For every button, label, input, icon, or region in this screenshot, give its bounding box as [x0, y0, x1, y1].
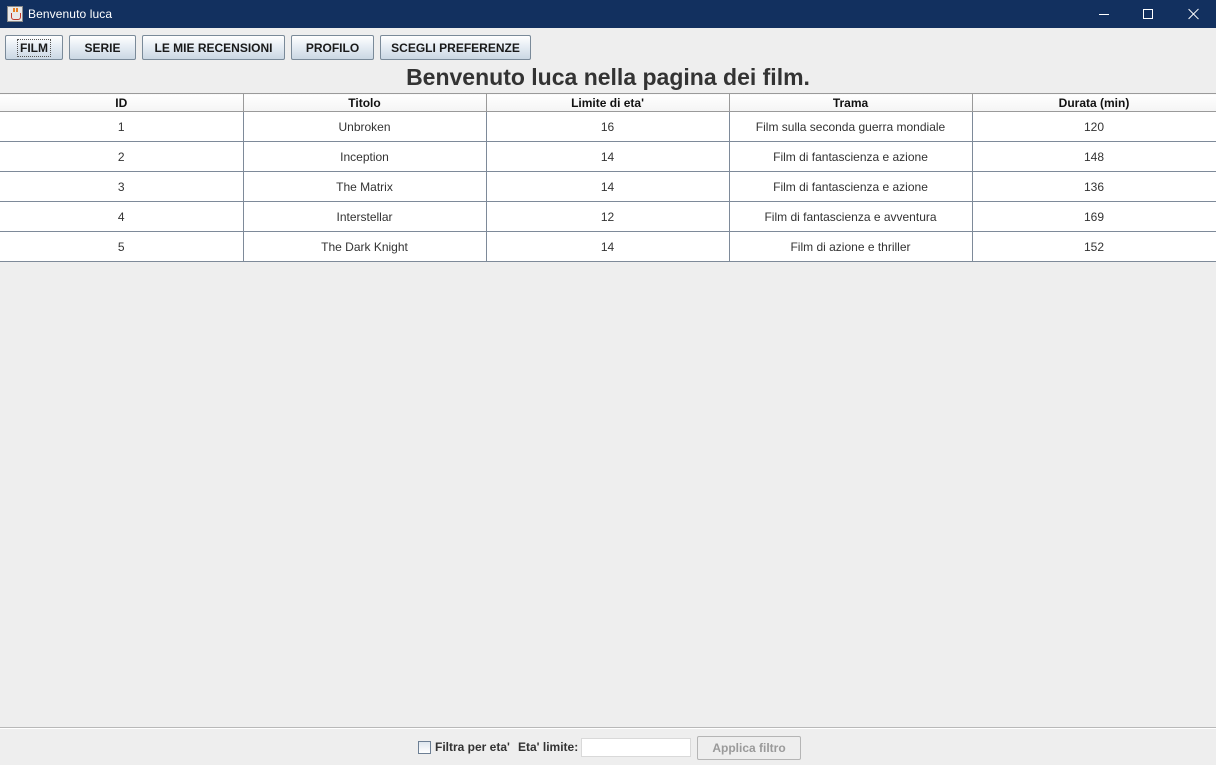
column-header-id[interactable]: ID — [0, 93, 244, 112]
table-cell-limite-eta[interactable]: 12 — [486, 201, 730, 232]
table-row[interactable]: 3 The Matrix 14 Film di fantascienza e a… — [0, 171, 1216, 202]
profilo-button[interactable]: PROFILO — [291, 35, 374, 60]
film-button-label: FILM — [17, 38, 51, 57]
bottom-separator-highlight — [0, 728, 1216, 729]
toolbar: FILM SERIE LE MIE RECENSIONI PROFILO SCE… — [5, 35, 531, 60]
le-mie-recensioni-button[interactable]: LE MIE RECENSIONI — [142, 35, 285, 60]
table-cell-titolo[interactable]: The Matrix — [243, 171, 487, 202]
java-app-icon — [7, 6, 23, 22]
table-cell-durata[interactable]: 148 — [972, 141, 1216, 172]
table-row[interactable]: 4 Interstellar 12 Film di fantascienza e… — [0, 201, 1216, 232]
table-cell-limite-eta[interactable]: 14 — [486, 141, 730, 172]
maximize-icon — [1143, 9, 1153, 19]
serie-button-label: SERIE — [84, 40, 121, 55]
table-cell-trama[interactable]: Film di fantascienza e azione — [729, 171, 973, 202]
table-cell-titolo[interactable]: The Dark Knight — [243, 231, 487, 262]
film-button[interactable]: FILM — [5, 35, 63, 60]
serie-button[interactable]: SERIE — [69, 35, 136, 60]
table-row[interactable]: 2 Inception 14 Film di fantascienza e az… — [0, 141, 1216, 172]
table-cell-id[interactable]: 3 — [0, 171, 244, 202]
table-cell-trama[interactable]: Film di fantascienza e avventura — [729, 201, 973, 232]
table-cell-durata[interactable]: 152 — [972, 231, 1216, 262]
table-cell-limite-eta[interactable]: 14 — [486, 231, 730, 262]
table-cell-durata[interactable]: 169 — [972, 201, 1216, 232]
table-cell-limite-eta[interactable]: 14 — [486, 171, 730, 202]
table-cell-trama[interactable]: Film di azione e thriller — [729, 231, 973, 262]
table-cell-id[interactable]: 4 — [0, 201, 244, 232]
age-limit-label: Eta' limite: — [518, 740, 579, 754]
table-cell-trama[interactable]: Film di fantascienza e azione — [729, 141, 973, 172]
window-title: Benvenuto luca — [28, 7, 113, 21]
film-table[interactable]: ID Titolo Limite di eta' Trama Durata (m… — [0, 93, 1216, 262]
table-cell-id[interactable]: 2 — [0, 141, 244, 172]
close-icon — [1188, 8, 1200, 20]
column-header-limite-eta[interactable]: Limite di eta' — [485, 93, 730, 112]
filter-age-checkbox[interactable] — [418, 741, 431, 754]
column-header-titolo[interactable]: Titolo — [242, 93, 487, 112]
table-cell-titolo[interactable]: Inception — [243, 141, 487, 172]
filter-age-label[interactable]: Filtra per eta' — [435, 740, 510, 754]
page-heading: Benvenuto luca nella pagina dei film. — [406, 64, 810, 90]
maximize-button[interactable] — [1125, 0, 1171, 28]
title-bar: Benvenuto luca — [0, 0, 1216, 28]
column-header-trama[interactable]: Trama — [728, 93, 973, 112]
scegli-preferenze-button-label: SCEGLI PREFERENZE — [391, 40, 520, 55]
close-button[interactable] — [1171, 0, 1216, 28]
filter-panel: Filtra per eta' Eta' limite: Applica fil… — [0, 736, 1216, 760]
table-cell-titolo[interactable]: Interstellar — [243, 201, 487, 232]
table-cell-id[interactable]: 1 — [0, 111, 244, 142]
age-limit-input[interactable] — [581, 738, 691, 757]
table-row[interactable]: 5 The Dark Knight 14 Film di azione e th… — [0, 231, 1216, 262]
table-cell-id[interactable]: 5 — [0, 231, 244, 262]
apply-filter-button[interactable]: Applica filtro — [697, 736, 801, 760]
profilo-button-label: PROFILO — [305, 40, 360, 55]
table-cell-durata[interactable]: 136 — [972, 171, 1216, 202]
minimize-icon — [1099, 13, 1109, 15]
table-row[interactable]: 1 Unbroken 16 Film sulla seconda guerra … — [0, 111, 1216, 142]
table-header-row: ID Titolo Limite di eta' Trama Durata (m… — [0, 93, 1216, 112]
table-cell-trama[interactable]: Film sulla seconda guerra mondiale — [729, 111, 973, 142]
le-mie-recensioni-button-label: LE MIE RECENSIONI — [154, 40, 273, 55]
table-cell-titolo[interactable]: Unbroken — [243, 111, 487, 142]
column-header-durata[interactable]: Durata (min) — [971, 93, 1216, 112]
table-cell-limite-eta[interactable]: 16 — [486, 111, 730, 142]
scegli-preferenze-button[interactable]: SCEGLI PREFERENZE — [380, 35, 531, 60]
minimize-button[interactable] — [1081, 0, 1127, 28]
table-cell-durata[interactable]: 120 — [972, 111, 1216, 142]
